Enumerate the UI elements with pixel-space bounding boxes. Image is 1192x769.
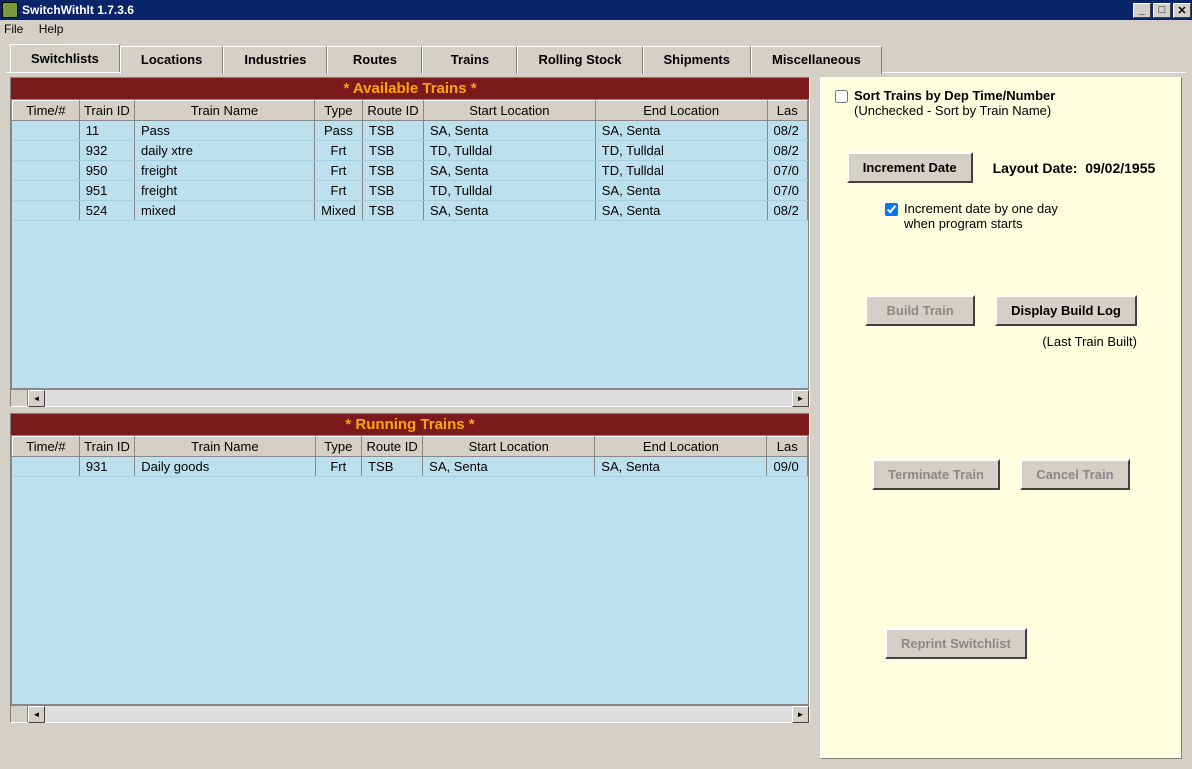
window-title: SwitchWithIt 1.7.3.6: [22, 3, 134, 17]
available-row[interactable]: 950freightFrtTSBSA, SentaTD, Tulldal07/0: [13, 161, 808, 181]
layout-date-label: Layout Date: 09/02/1955: [993, 160, 1156, 176]
sort-checkbox[interactable]: [835, 90, 848, 103]
running-trains-table[interactable]: Time/#Train IDTrain NameTypeRoute IDStar…: [12, 436, 808, 477]
running-col-name[interactable]: Train Name: [135, 437, 315, 457]
available-col-time[interactable]: Time/#: [13, 101, 80, 121]
app-icon: [2, 2, 18, 18]
available-row[interactable]: 932daily xtreFrtTSBTD, TulldalTD, Tullda…: [13, 141, 808, 161]
tab-rolling-stock[interactable]: Rolling Stock: [517, 46, 642, 74]
running-trains-header: * Running Trains *: [11, 414, 809, 435]
inc-chk-line2: when program starts: [904, 216, 1023, 231]
menu-help[interactable]: Help: [39, 22, 64, 36]
tab-industries[interactable]: Industries: [223, 46, 327, 74]
scroll-left-icon[interactable]: ◄: [28, 706, 45, 723]
increment-on-start-checkbox[interactable]: [885, 203, 898, 216]
sort-sublabel: (Unchecked - Sort by Train Name): [854, 103, 1051, 118]
maximize-button[interactable]: □: [1153, 3, 1171, 18]
tab-miscellaneous[interactable]: Miscellaneous: [751, 46, 882, 74]
available-col-end[interactable]: End Location: [595, 101, 767, 121]
terminate-train-button[interactable]: Terminate Train: [872, 459, 1000, 490]
available-row[interactable]: 11PassPassTSBSA, SentaSA, Senta08/2: [13, 121, 808, 141]
available-row[interactable]: 951freightFrtTSBTD, TulldalSA, Senta07/0: [13, 181, 808, 201]
inc-chk-line1: Increment date by one day: [904, 201, 1058, 216]
scroll-left-icon[interactable]: ◄: [28, 390, 45, 407]
available-col-type[interactable]: Type: [314, 101, 362, 121]
tab-routes[interactable]: Routes: [327, 46, 422, 74]
running-trains-table-wrap: Time/#Train IDTrain NameTypeRoute IDStar…: [11, 435, 809, 705]
menubar: File Help: [0, 20, 1192, 38]
available-trains-table[interactable]: Time/#Train IDTrain NameTypeRoute IDStar…: [12, 100, 808, 221]
available-trains-header: * Available Trains *: [11, 78, 809, 99]
running-row[interactable]: 931Daily goodsFrtTSBSA, SentaSA, Senta09…: [13, 457, 808, 477]
cancel-train-button[interactable]: Cancel Train: [1020, 459, 1130, 490]
tab-trains[interactable]: Trains: [422, 46, 517, 74]
scroll-right-icon[interactable]: ►: [792, 706, 809, 723]
close-button[interactable]: ✕: [1173, 3, 1191, 18]
available-col-start[interactable]: Start Location: [423, 101, 595, 121]
running-col-las[interactable]: Las: [767, 437, 808, 457]
running-col-type[interactable]: Type: [315, 437, 362, 457]
tab-bar: SwitchlistsLocationsIndustriesRoutesTrai…: [0, 38, 1192, 72]
content-area: * Available Trains * Time/#Train IDTrain…: [6, 72, 1186, 763]
available-trains-panel: * Available Trains * Time/#Train IDTrain…: [10, 77, 810, 407]
running-col-trainid[interactable]: Train ID: [79, 437, 134, 457]
tab-switchlists[interactable]: Switchlists: [10, 44, 120, 72]
available-col-route[interactable]: Route ID: [363, 101, 424, 121]
sort-label: Sort Trains by Dep Time/Number: [854, 88, 1055, 103]
running-scrollbar[interactable]: ◄ ►: [11, 705, 809, 722]
increment-date-button[interactable]: Increment Date: [847, 152, 973, 183]
side-panel: Sort Trains by Dep Time/Number (Unchecke…: [820, 77, 1182, 759]
running-trains-panel: * Running Trains * Time/#Train IDTrain N…: [10, 413, 810, 723]
build-train-button[interactable]: Build Train: [865, 295, 975, 326]
available-scrollbar[interactable]: ◄ ►: [11, 389, 809, 406]
available-trains-table-wrap: Time/#Train IDTrain NameTypeRoute IDStar…: [11, 99, 809, 389]
running-col-start[interactable]: Start Location: [423, 437, 595, 457]
available-row[interactable]: 524mixedMixedTSBSA, SentaSA, Senta08/2: [13, 201, 808, 221]
reprint-switchlist-button[interactable]: Reprint Switchlist: [885, 628, 1027, 659]
scroll-right-icon[interactable]: ►: [792, 390, 809, 407]
display-build-log-button[interactable]: Display Build Log: [995, 295, 1137, 326]
running-col-time[interactable]: Time/#: [13, 437, 80, 457]
menu-file[interactable]: File: [4, 22, 23, 36]
available-col-las[interactable]: Las: [767, 101, 807, 121]
last-train-built-label: (Last Train Built): [1042, 334, 1137, 349]
available-col-name[interactable]: Train Name: [135, 101, 315, 121]
available-col-trainid[interactable]: Train ID: [79, 101, 134, 121]
tab-locations[interactable]: Locations: [120, 46, 223, 74]
running-col-route[interactable]: Route ID: [362, 437, 423, 457]
running-col-end[interactable]: End Location: [595, 437, 767, 457]
minimize-button[interactable]: _: [1133, 3, 1151, 18]
tab-shipments[interactable]: Shipments: [643, 46, 751, 74]
titlebar: SwitchWithIt 1.7.3.6 _ □ ✕: [0, 0, 1192, 20]
